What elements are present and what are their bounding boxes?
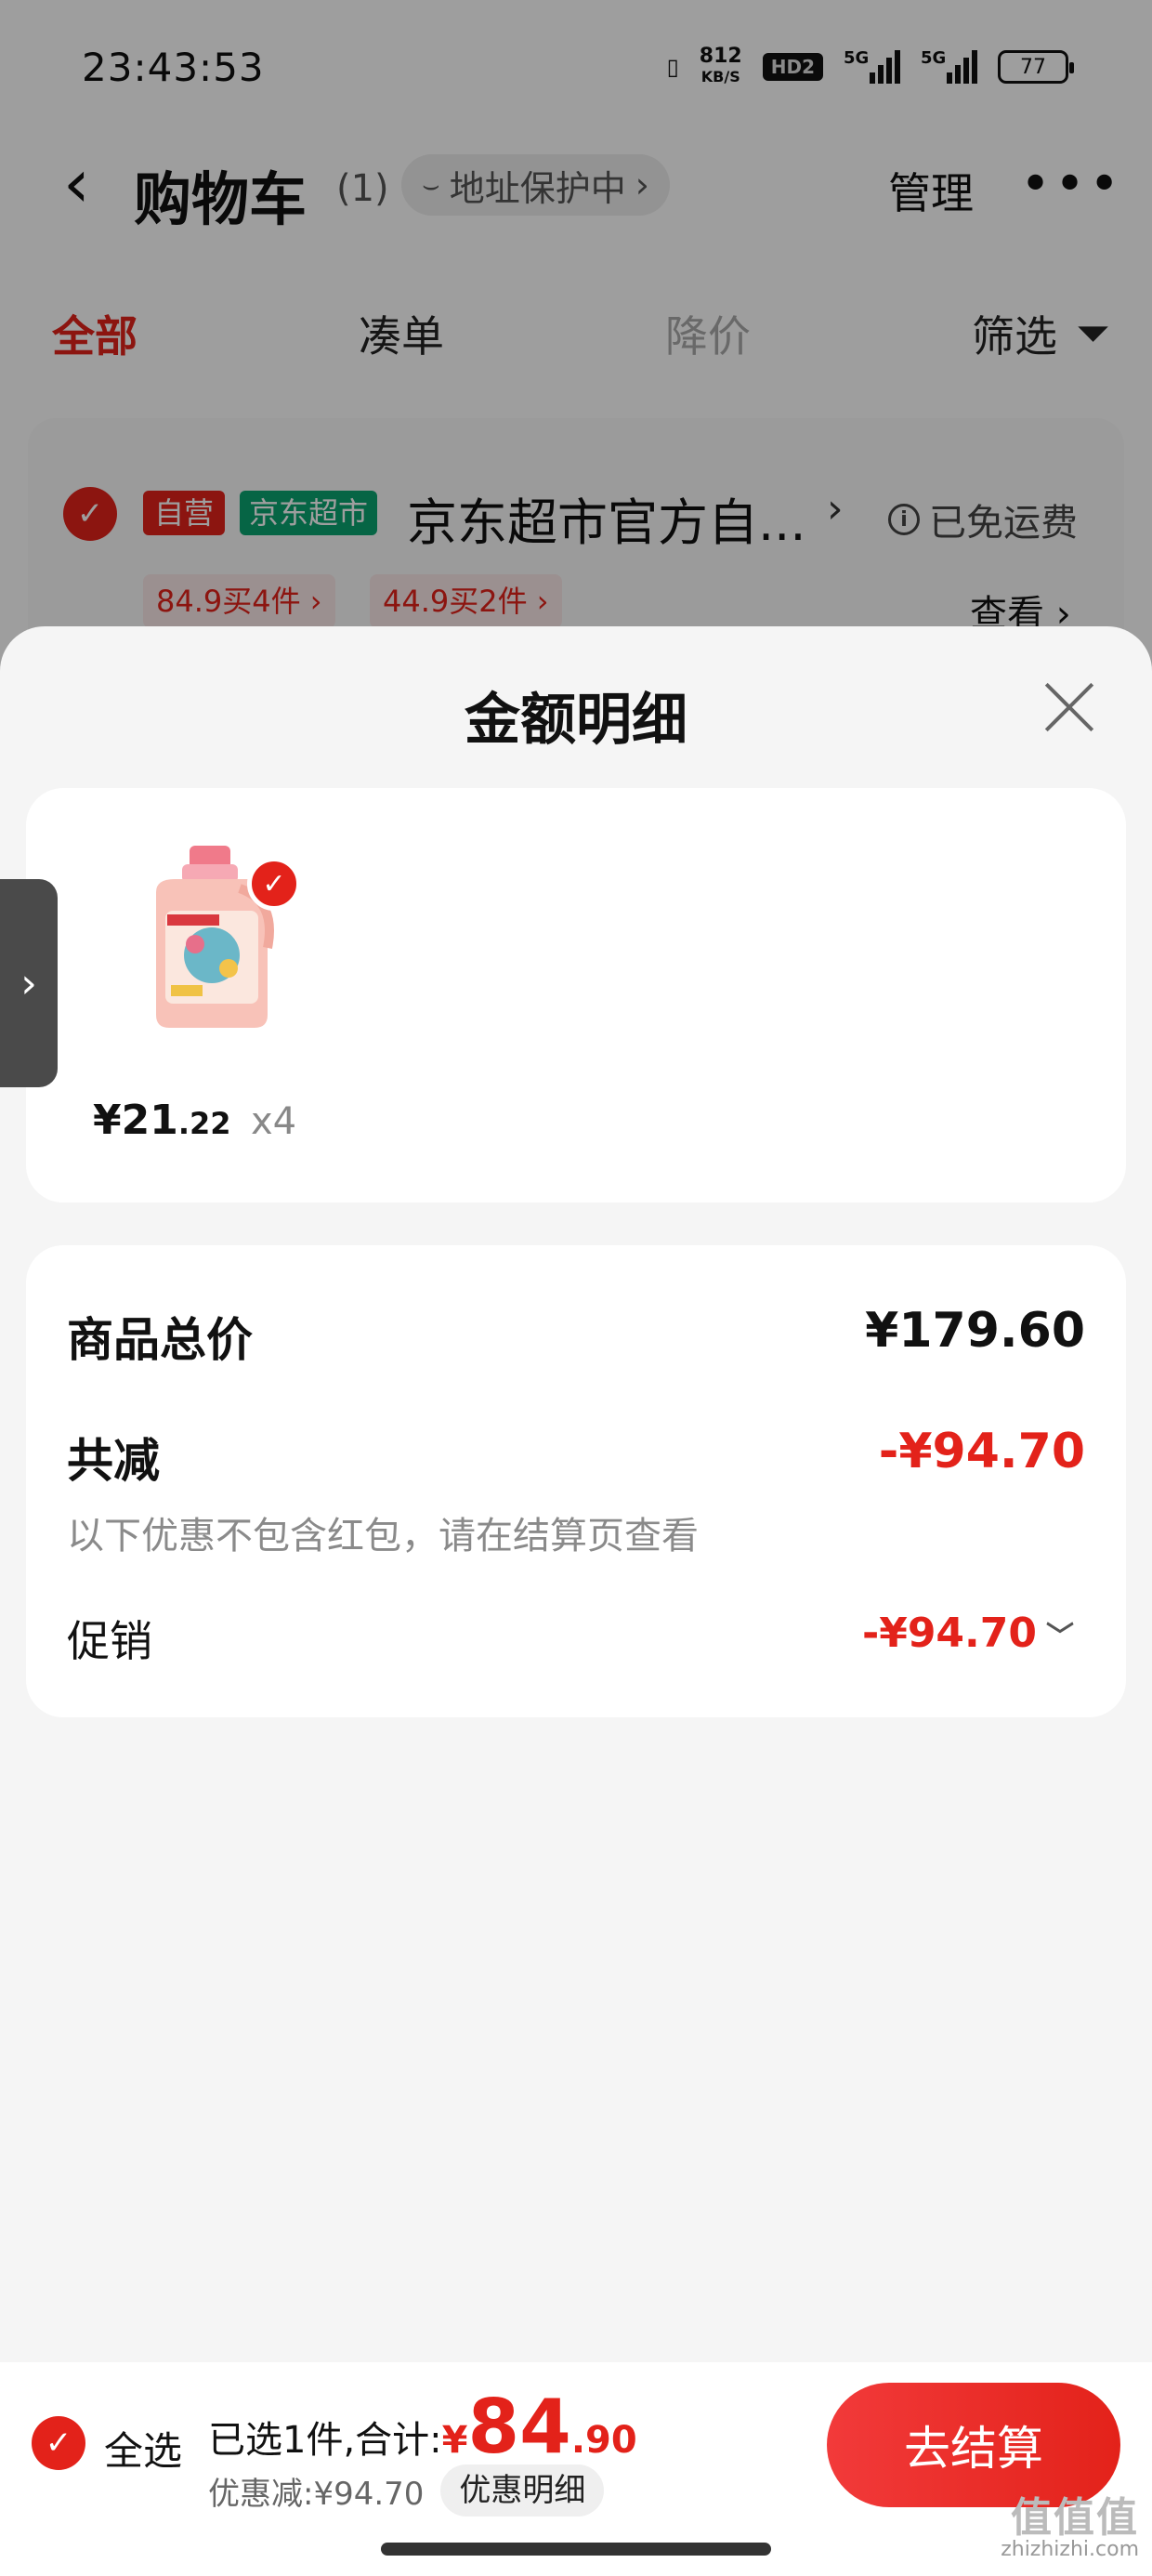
total-integer: 84 (467, 2384, 571, 2470)
chevron-down-icon: ﹀ (1046, 1620, 1074, 1653)
item-price: ¥21.22 (93, 1097, 231, 1144)
selected-count-text: 已选1件,合计: (208, 2419, 442, 2462)
select-all-label[interactable]: 全选 (104, 2420, 182, 2477)
home-indicator[interactable] (381, 2543, 771, 2556)
checkout-button[interactable]: 去结算 (827, 2383, 1120, 2507)
chevron-right-icon: › (20, 959, 37, 1007)
reduction-label: 共减 (67, 1434, 160, 1488)
total-price-value: ¥179.60 (865, 1303, 1085, 1359)
item-checkbox[interactable]: ✓ (247, 857, 301, 911)
total-decimal: .90 (570, 2419, 637, 2462)
item-quantity: x4 (251, 1100, 297, 1143)
reduction-note: 以下优惠不包含红包，请在结算页查看 (67, 1515, 699, 1557)
select-all-checkbox[interactable]: ✓ (32, 2416, 85, 2470)
discount-detail-button[interactable]: 优惠明细 (440, 2464, 605, 2517)
discount-text: 优惠减:¥94.70 (208, 2475, 425, 2513)
amount-detail-sheet: 金额明细 ✓ ¥21.22 x4 商品总价 ¥179.60 共减 -¥94.70… (0, 626, 1152, 2576)
total-price-label: 商品总价 (67, 1313, 253, 1367)
reduction-value: -¥94.70 (878, 1424, 1085, 1479)
bottom-bar: ✓ 全选 已选1件,合计: ¥ 84 .90 优惠减:¥94.70 优惠明细 去… (0, 2362, 1152, 2576)
discount-line: 优惠减:¥94.70 优惠明细 (208, 2464, 605, 2517)
sheet-title: 金额明细 (465, 688, 687, 753)
summary-card: 商品总价 ¥179.60 共减 -¥94.70 以下优惠不包含红包，请在结算页查… (26, 1245, 1126, 1717)
total-line: 已选1件,合计: ¥ 84 .90 (208, 2390, 637, 2464)
side-handle[interactable]: › (0, 879, 58, 1087)
promotion-value[interactable]: -¥94.70 ﹀ (862, 1610, 1074, 1657)
currency-symbol: ¥ (441, 2419, 468, 2462)
items-card: ✓ ¥21.22 x4 (26, 788, 1126, 1203)
close-icon[interactable] (1042, 680, 1096, 734)
watermark: 值值值 zhizhizhi.com (1001, 2494, 1139, 2562)
promotion-label: 促销 (67, 1616, 152, 1666)
